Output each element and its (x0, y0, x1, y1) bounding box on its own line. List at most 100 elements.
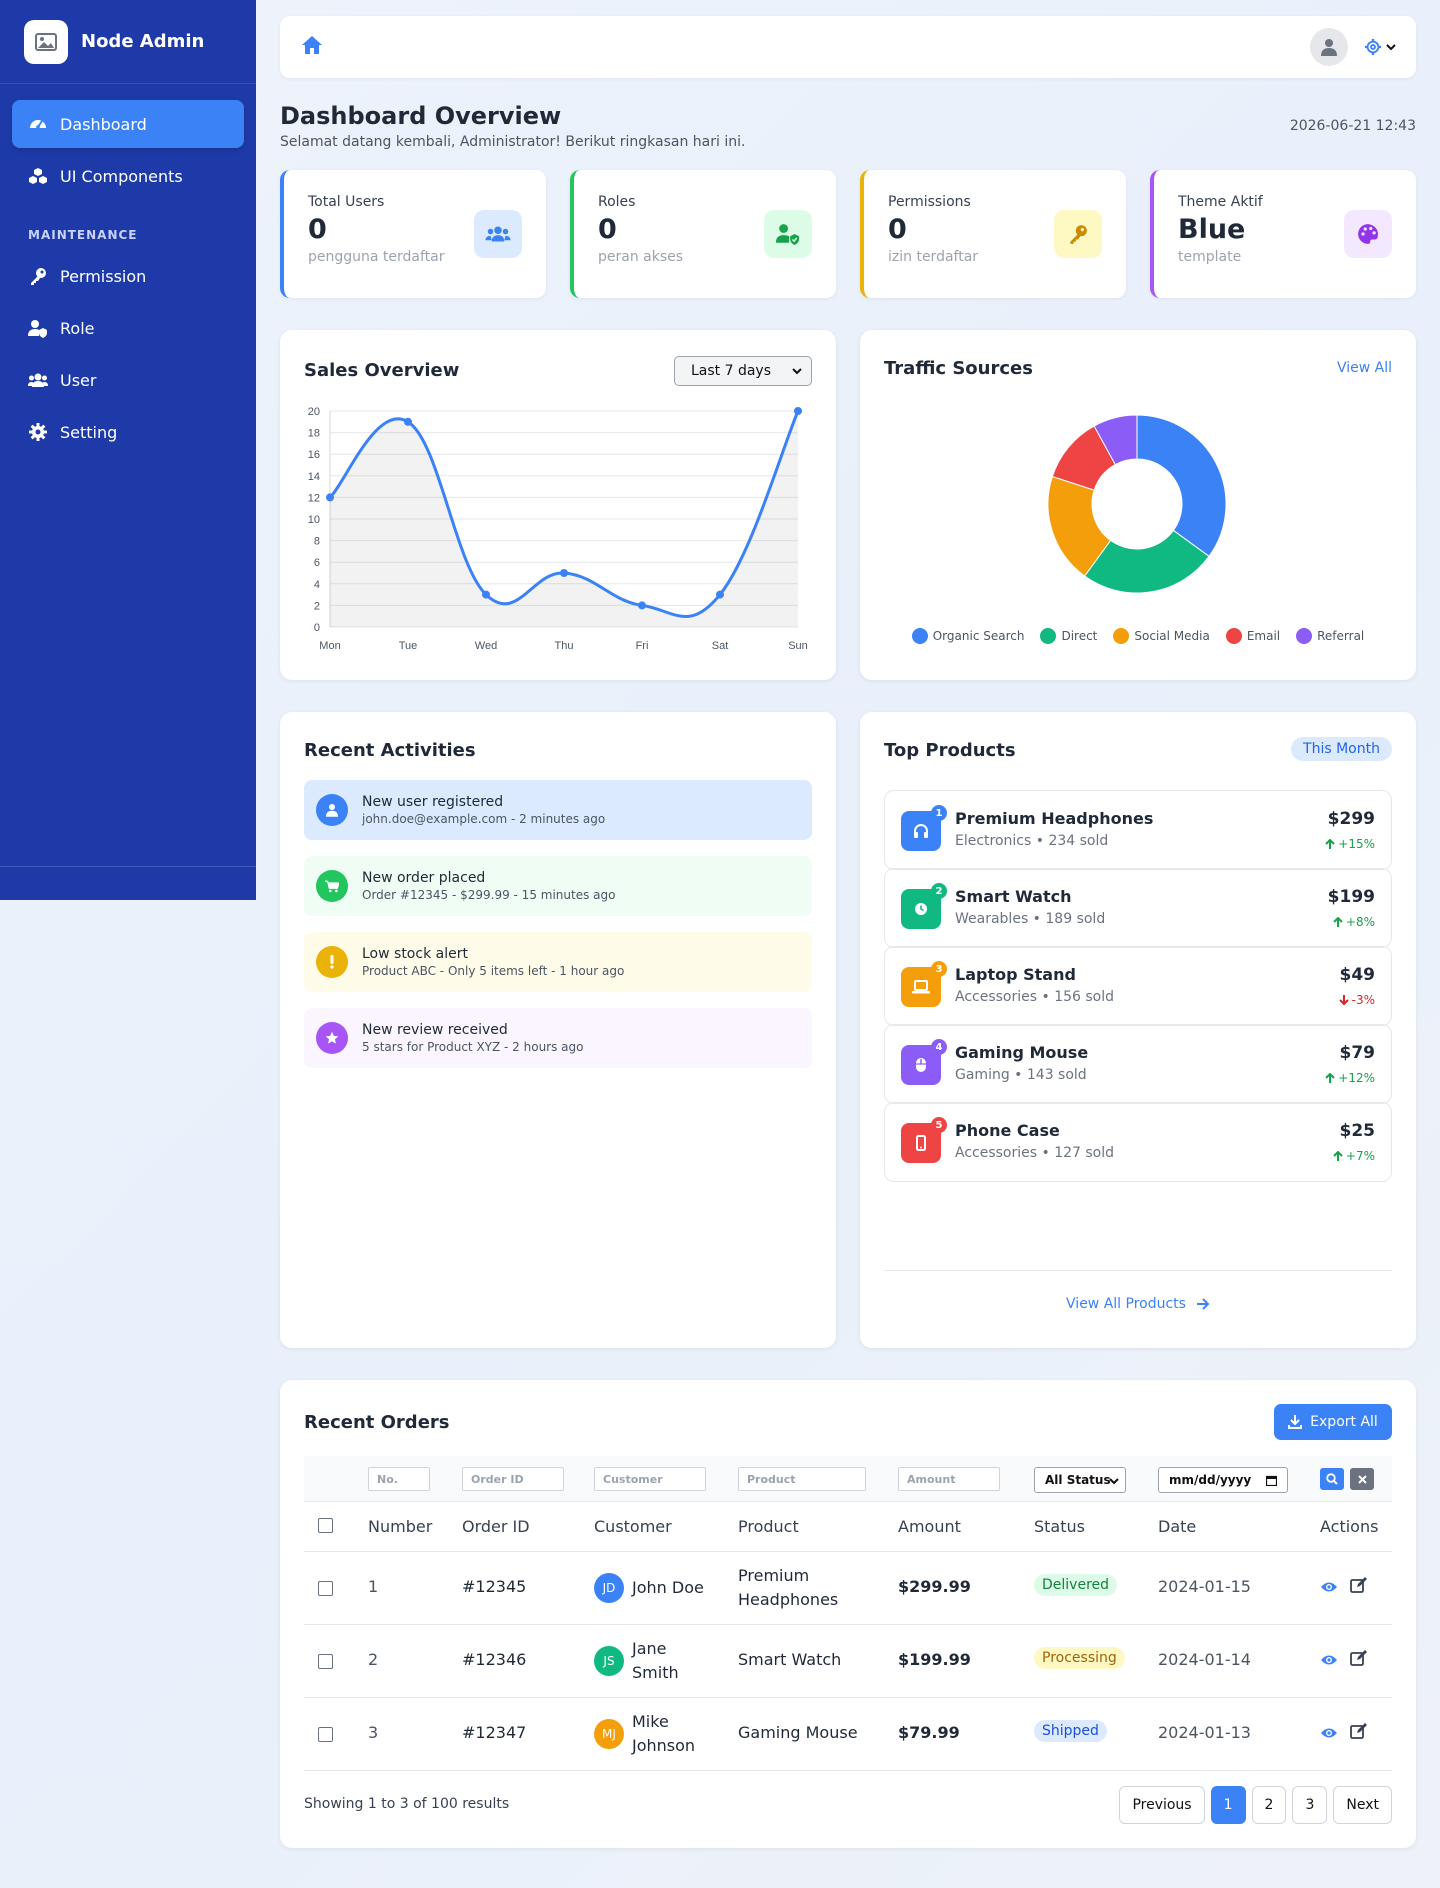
product-meta: Gaming • 143 sold (955, 1067, 1087, 1083)
palette-icon (1344, 210, 1392, 258)
brand[interactable]: Node Admin (0, 0, 256, 84)
column-header[interactable]: Number (368, 1517, 432, 1536)
clear-filter-button[interactable] (1350, 1468, 1374, 1490)
column-header[interactable]: Date (1158, 1517, 1196, 1536)
y-tick-label: 2 (314, 600, 320, 612)
eye-icon[interactable] (1320, 1725, 1338, 1744)
activity-text: Low stock alert Product ABC - Only 5 ite… (362, 946, 624, 978)
edit-icon[interactable] (1350, 1650, 1367, 1671)
product-item[interactable]: 4 Gaming Mouse Gaming • 143 sold $79 +12… (884, 1024, 1392, 1104)
view-all-products-link[interactable]: View All Products (860, 1296, 1416, 1312)
filter-date-input[interactable]: mm/dd/yyyy (1158, 1467, 1288, 1493)
legend-item[interactable]: Organic Search (911, 628, 1024, 644)
table-row[interactable]: 1 #12345 JD John Doe Premium Headphones … (304, 1552, 1392, 1625)
legend-swatch (1296, 628, 1313, 644)
legend-label: Direct (1061, 629, 1098, 643)
x-tick-label: Tue (399, 640, 418, 652)
edit-icon[interactable] (1350, 1577, 1367, 1598)
eye-icon[interactable] (1320, 1652, 1338, 1671)
product-meta: Accessories • 127 sold (955, 1145, 1115, 1161)
home-icon[interactable] (300, 34, 324, 60)
stat-label: Theme Aktif (1178, 194, 1263, 210)
view-all-products-label: View All Products (1066, 1296, 1186, 1312)
arrow-right-icon (1196, 1298, 1210, 1310)
product-meta: Accessories • 156 sold (955, 989, 1115, 1005)
order-number: 2 (368, 1650, 379, 1669)
status-badge: Delivered (1034, 1574, 1118, 1596)
page-button-1[interactable]: 1 (1210, 1786, 1246, 1824)
sidebar-footer-divider (0, 866, 256, 867)
column-header[interactable]: Product (738, 1517, 799, 1536)
activity-title: New user registered (362, 794, 504, 810)
sidebar-item-permission[interactable]: Permission (12, 252, 244, 300)
filter-status-select[interactable]: All Status (1034, 1467, 1126, 1493)
user-avatar[interactable] (1310, 28, 1348, 66)
product-item[interactable]: 5 Phone Case Accessories • 127 sold $25 … (884, 1102, 1392, 1182)
pie-slice (1136, 414, 1227, 558)
table-row[interactable]: 3 #12347 MJ Mike Johnson Gaming Mouse $7… (304, 1698, 1392, 1771)
pagination: Previous 1 2 3 Next (1119, 1786, 1392, 1824)
legend-item[interactable]: Direct (1040, 628, 1097, 644)
chevron-down-icon (1109, 1478, 1119, 1485)
row-checkbox[interactable] (318, 1727, 333, 1742)
activity-item[interactable]: New review received 5 stars for Product … (304, 1008, 812, 1068)
page-button-2[interactable]: 2 (1251, 1786, 1287, 1824)
data-point (794, 407, 802, 415)
activity-item[interactable]: New order placed Order #12345 - $299.99 … (304, 856, 812, 916)
order-number: 3 (368, 1723, 379, 1742)
search-button[interactable] (1320, 1468, 1344, 1490)
product-item[interactable]: 3 Laptop Stand Accessories • 156 sold $4… (884, 946, 1392, 1026)
pagination-summary: Showing 1 to 3 of 100 results (304, 1796, 510, 1812)
y-tick-label: 14 (308, 471, 320, 483)
settings-dropdown[interactable] (1364, 38, 1396, 56)
next-page-button[interactable]: Next (1333, 1786, 1392, 1824)
product-item[interactable]: 1 Premium Headphones Electronics • 234 s… (884, 790, 1392, 870)
customer-last: Johnson (632, 1736, 696, 1755)
legend-item[interactable]: Email (1225, 628, 1280, 644)
product-cell: Gaming Mouse (738, 1723, 858, 1742)
row-checkbox[interactable] (318, 1654, 333, 1669)
product-cell: Smart Watch (738, 1650, 841, 1669)
sidebar-item-label: User (60, 370, 97, 390)
period-badge[interactable]: This Month (1291, 737, 1392, 761)
previous-page-button[interactable]: Previous (1119, 1786, 1205, 1824)
column-header: Actions (1320, 1517, 1379, 1536)
sidebar-item-dashboard[interactable]: Dashboard (12, 100, 244, 148)
row-checkbox[interactable] (318, 1581, 333, 1596)
legend-item[interactable]: Referral (1296, 628, 1364, 644)
filter-product-input[interactable]: Product (738, 1467, 866, 1491)
column-header[interactable]: Customer (594, 1517, 672, 1536)
product-name: Laptop Stand (955, 965, 1076, 984)
export-all-button[interactable]: Export All (1274, 1404, 1392, 1440)
range-select[interactable]: Last 7 days (674, 356, 812, 386)
column-header[interactable]: Amount (898, 1517, 961, 1536)
select-all-checkbox[interactable] (318, 1518, 333, 1533)
table-row[interactable]: 2 #12346 JS Jane Smith Smart Watch $199.… (304, 1625, 1392, 1698)
filter-customer-input[interactable]: Customer (594, 1467, 706, 1491)
sidebar-item-ui-components[interactable]: UI Components (12, 152, 244, 200)
column-header[interactable]: Order ID (462, 1517, 530, 1536)
gauge-icon (30, 120, 46, 129)
page-button-3[interactable]: 3 (1292, 1786, 1328, 1824)
activity-item[interactable]: Low stock alert Product ABC - Only 5 ite… (304, 932, 812, 992)
legend-item[interactable]: Social Media (1113, 628, 1210, 644)
calendar-icon (1266, 1475, 1277, 1486)
sidebar-item-setting[interactable]: Setting (12, 408, 244, 456)
cart-icon (316, 870, 348, 902)
activity-item[interactable]: New user registered john.doe@example.com… (304, 780, 812, 840)
edit-icon[interactable] (1350, 1723, 1367, 1744)
filter-order-id-input[interactable]: Order ID (462, 1467, 564, 1491)
legend-swatch (1040, 628, 1057, 644)
user-icon (316, 794, 348, 826)
avatar: JD (594, 1573, 624, 1603)
gear-icon (29, 423, 47, 441)
sidebar-item-role[interactable]: Role (12, 304, 244, 352)
product-change: -3% (1338, 993, 1375, 1007)
filter-amount-input[interactable]: Amount (898, 1467, 1000, 1491)
column-header[interactable]: Status (1034, 1517, 1085, 1536)
product-item[interactable]: 2 Smart Watch Wearables • 189 sold $199 … (884, 868, 1392, 948)
star-icon (316, 1022, 348, 1054)
filter-number-input[interactable]: No. (368, 1467, 430, 1491)
sidebar-item-user[interactable]: User (12, 356, 244, 404)
eye-icon[interactable] (1320, 1579, 1338, 1598)
